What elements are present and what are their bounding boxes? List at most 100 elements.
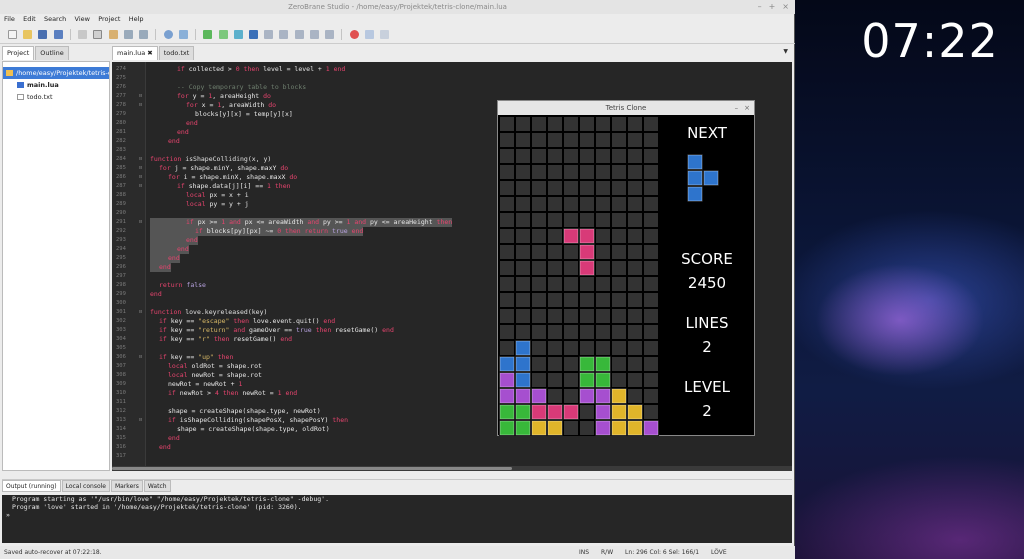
fold-marker-icon[interactable]: ⊟ [139, 164, 145, 173]
undo-icon[interactable] [123, 30, 133, 39]
fold-marker-icon[interactable]: ⊟ [139, 182, 145, 191]
line-number[interactable]: 275 [116, 74, 134, 83]
menu-project[interactable]: Project [98, 15, 120, 23]
compile-icon[interactable] [218, 30, 228, 39]
new-file-icon[interactable] [8, 30, 17, 39]
close-icon[interactable]: × [744, 104, 750, 112]
cut-icon[interactable] [78, 30, 88, 39]
line-number[interactable]: 313 [116, 416, 134, 425]
line-number[interactable]: 283 [116, 146, 134, 155]
redo-icon[interactable] [139, 30, 149, 39]
save-all-icon[interactable] [53, 30, 63, 39]
line-number[interactable]: 317 [116, 452, 134, 461]
editor-horizontal-scrollbar[interactable] [112, 466, 792, 471]
menu-edit[interactable]: Edit [23, 15, 36, 23]
line-number[interactable]: 278 [116, 101, 134, 110]
run-to-cursor-icon[interactable] [309, 30, 319, 39]
line-number[interactable]: 286 [116, 173, 134, 182]
run-icon[interactable] [203, 30, 213, 39]
tab-close-icon[interactable]: ✖ [147, 49, 152, 57]
minimize-icon[interactable]: – [758, 2, 762, 11]
line-number[interactable]: 294 [116, 245, 134, 254]
tree-file-main[interactable]: main.lua [3, 79, 109, 91]
line-number[interactable]: 296 [116, 263, 134, 272]
close-icon[interactable]: × [782, 2, 789, 11]
menu-file[interactable]: File [4, 15, 15, 23]
window-titlebar[interactable]: ZeroBrane Studio - /home/easy/Projektek/… [0, 0, 795, 14]
line-number[interactable]: 310 [116, 389, 134, 398]
line-number[interactable]: 277 [116, 92, 134, 101]
tab-outline[interactable]: Outline [35, 46, 69, 60]
line-number[interactable]: 304 [116, 335, 134, 344]
tree-file-todo[interactable]: todo.txt [3, 91, 109, 103]
line-number[interactable]: 299 [116, 290, 134, 299]
line-number[interactable]: 292 [116, 227, 134, 236]
menu-help[interactable]: Help [129, 15, 144, 23]
line-number[interactable]: 289 [116, 200, 134, 209]
find-icon[interactable] [163, 30, 173, 39]
line-number[interactable]: 301 [116, 308, 134, 317]
replace-icon[interactable] [178, 30, 188, 39]
line-number[interactable]: 303 [116, 326, 134, 335]
line-number[interactable]: 314 [116, 425, 134, 434]
fold-marker-icon[interactable]: ⊟ [139, 92, 145, 101]
save-icon[interactable] [38, 30, 48, 39]
tree-root-folder[interactable]: /home/easy/Projektek/tetris-c [3, 67, 109, 79]
breakpoint-icon[interactable] [349, 30, 359, 39]
tab-main-lua[interactable]: main.lua ✖ [112, 46, 158, 60]
fold-marker-icon[interactable]: ⊟ [139, 155, 145, 164]
maximize-icon[interactable]: + [769, 2, 776, 11]
tab-output[interactable]: Output (running) [2, 480, 61, 492]
tab-watch[interactable]: Watch [143, 480, 171, 492]
fold-marker-icon[interactable]: ⊟ [139, 101, 145, 110]
menu-view[interactable]: View [75, 15, 90, 23]
tab-markers[interactable]: Markers [110, 480, 143, 492]
tab-project[interactable]: Project [2, 46, 35, 60]
line-number[interactable]: 284 [116, 155, 134, 164]
copy-icon[interactable] [93, 30, 103, 39]
step-out-icon[interactable] [294, 30, 304, 39]
fold-marker-icon[interactable]: ⊟ [139, 173, 145, 182]
output-console[interactable]: Program starting as '"/usr/bin/love" "/h… [2, 495, 792, 543]
line-number[interactable]: 308 [116, 371, 134, 380]
open-file-icon[interactable] [23, 30, 33, 39]
stop-icon[interactable] [248, 30, 258, 39]
line-number[interactable]: 293 [116, 236, 134, 245]
scrollbar-thumb[interactable] [112, 467, 512, 470]
line-number[interactable]: 281 [116, 128, 134, 137]
line-number[interactable]: 287 [116, 182, 134, 191]
line-number[interactable]: 305 [116, 344, 134, 353]
watch-window-icon[interactable] [380, 30, 390, 39]
line-number[interactable]: 285 [116, 164, 134, 173]
fold-marker-icon[interactable]: ⊟ [139, 218, 145, 227]
tab-todo-txt[interactable]: todo.txt [158, 46, 195, 60]
console-prompt[interactable]: » [2, 511, 792, 519]
line-number[interactable]: 311 [116, 398, 134, 407]
line-number[interactable]: 302 [116, 317, 134, 326]
line-number[interactable]: 290 [116, 209, 134, 218]
line-number[interactable]: 316 [116, 443, 134, 452]
step-over-icon[interactable] [279, 30, 289, 39]
line-number[interactable]: 298 [116, 281, 134, 290]
tetris-titlebar[interactable]: Tetris Clone – × [498, 101, 754, 115]
line-number[interactable]: 288 [116, 191, 134, 200]
line-number[interactable]: 307 [116, 362, 134, 371]
line-number[interactable]: 274 [116, 65, 134, 74]
line-number[interactable]: 297 [116, 272, 134, 281]
line-number[interactable]: 282 [116, 137, 134, 146]
fold-marker-icon[interactable]: ⊟ [139, 416, 145, 425]
fold-marker-icon[interactable]: ⊟ [139, 308, 145, 317]
tab-local-console[interactable]: Local console [61, 480, 110, 492]
paste-icon[interactable] [108, 30, 118, 39]
line-number[interactable]: 295 [116, 254, 134, 263]
fold-marker-icon[interactable]: ⊟ [139, 353, 145, 362]
line-number[interactable]: 315 [116, 434, 134, 443]
minimize-icon[interactable]: – [735, 104, 739, 112]
line-number[interactable]: 309 [116, 380, 134, 389]
toggle-breakpoint-icon[interactable] [325, 30, 335, 39]
line-number[interactable]: 312 [116, 407, 134, 416]
line-number[interactable]: 279 [116, 110, 134, 119]
line-number[interactable]: 306 [116, 353, 134, 362]
tabs-dropdown-icon[interactable]: ▼ [783, 48, 788, 55]
line-number[interactable]: 276 [116, 83, 134, 92]
